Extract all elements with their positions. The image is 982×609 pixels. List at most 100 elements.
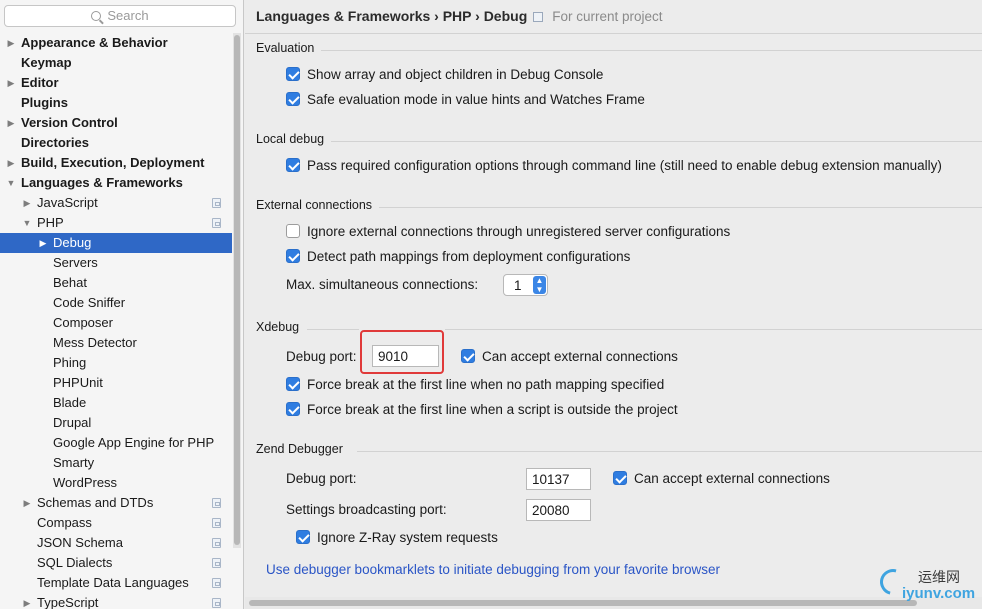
- safe-mode-label: Safe evaluation mode in value hints and …: [307, 92, 645, 107]
- pass-options-label: Pass required configuration options thro…: [307, 158, 942, 173]
- sidebar-item-label: Mess Detector: [53, 335, 137, 350]
- sidebar-item-smarty[interactable]: Smarty: [0, 453, 232, 473]
- sidebar-item-label: PHP: [37, 215, 64, 230]
- max-connections-spinner[interactable]: 1 ▲ ▼: [503, 274, 548, 296]
- sidebar-item-template-data-languages[interactable]: Template Data Languages: [0, 573, 232, 593]
- broadcast-port-label: Settings broadcasting port:: [286, 502, 447, 517]
- collapsed-arrow-icon[interactable]: ▶: [38, 233, 48, 253]
- checkbox-unchecked-icon[interactable]: [286, 224, 300, 238]
- sidebar-item-schemas-and-dtds[interactable]: ▶ Schemas and DTDs: [0, 493, 232, 513]
- sidebar-item-debug[interactable]: ▶ Debug: [0, 233, 232, 253]
- sidebar-item-mess-detector[interactable]: Mess Detector: [0, 333, 232, 353]
- checkbox-checked-icon[interactable]: [286, 249, 300, 263]
- spinner-arrows-icon[interactable]: ▲ ▼: [533, 276, 546, 294]
- horizontal-scrollbar[interactable]: [245, 597, 982, 609]
- collapsed-arrow-icon[interactable]: ▶: [6, 33, 16, 53]
- sidebar-item-label: Smarty: [53, 455, 95, 470]
- force-break-no-mapping-checkbox[interactable]: Force break at the first line when no pa…: [286, 375, 664, 395]
- sidebar-item-label: Code Sniffer: [53, 295, 126, 310]
- sidebar-item-label: Build, Execution, Deployment: [21, 155, 205, 170]
- sidebar-item-label: JavaScript: [37, 195, 98, 210]
- sidebar-item-google-app-engine-for-php[interactable]: Google App Engine for PHP: [0, 433, 232, 453]
- safe-mode-checkbox[interactable]: Safe evaluation mode in value hints and …: [286, 90, 645, 110]
- checkbox-checked-icon[interactable]: [296, 530, 310, 544]
- broadcast-port-input[interactable]: [526, 499, 591, 521]
- project-scope-icon: [212, 558, 221, 568]
- collapsed-arrow-icon[interactable]: ▶: [6, 153, 16, 173]
- sidebar-item-sql-dialects[interactable]: SQL Dialects: [0, 553, 232, 573]
- sidebar-item-label: Phing: [53, 355, 87, 370]
- local-debug-divider: [331, 141, 982, 142]
- collapsed-arrow-icon[interactable]: ▶: [6, 113, 16, 133]
- sidebar-item-plugins[interactable]: Plugins: [0, 93, 232, 113]
- horizontal-scroll-thumb[interactable]: [249, 600, 917, 606]
- sidebar-item-label: Editor: [21, 75, 59, 90]
- project-scope-icon: [212, 578, 221, 588]
- sidebar-item-behat[interactable]: Behat: [0, 273, 232, 293]
- checkbox-checked-icon[interactable]: [286, 158, 300, 172]
- ignore-unregistered-checkbox[interactable]: Ignore external connections through unre…: [286, 222, 730, 242]
- sidebar-item-php[interactable]: ▼ PHP: [0, 213, 232, 233]
- show-array-checkbox[interactable]: Show array and object children in Debug …: [286, 65, 603, 85]
- settings-sidebar: Search ▶ Appearance & Behavior Keymap ▶ Edit…: [0, 0, 244, 609]
- site-watermark: 运维网 iyunv.com: [875, 564, 980, 605]
- sidebar-scroll-thumb[interactable]: [234, 35, 240, 545]
- checkbox-checked-icon[interactable]: [286, 377, 300, 391]
- evaluation-title: Evaluation: [256, 41, 315, 55]
- sidebar-item-label: Appearance & Behavior: [21, 35, 168, 50]
- zend-port-input[interactable]: [526, 468, 591, 490]
- max-connections-value: 1: [514, 278, 522, 293]
- sidebar-item-blade[interactable]: Blade: [0, 393, 232, 413]
- pass-options-checkbox[interactable]: Pass required configuration options thro…: [286, 156, 942, 176]
- collapsed-arrow-icon[interactable]: ▶: [22, 593, 32, 609]
- sidebar-item-code-sniffer[interactable]: Code Sniffer: [0, 293, 232, 313]
- xdebug-port-label: Debug port:: [286, 349, 357, 364]
- ignore-zray-checkbox[interactable]: Ignore Z-Ray system requests: [296, 528, 498, 548]
- sidebar-scrollbar[interactable]: [233, 33, 241, 548]
- sidebar-item-build-execution-deployment[interactable]: ▶ Build, Execution, Deployment: [0, 153, 232, 173]
- external-connections-title: External connections: [256, 198, 373, 212]
- sidebar-item-label: Compass: [37, 515, 92, 530]
- checkbox-checked-icon[interactable]: [286, 92, 300, 106]
- sidebar-item-typescript[interactable]: ▶ TypeScript: [0, 593, 232, 609]
- xdebug-divider-right: [445, 329, 982, 330]
- checkbox-checked-icon[interactable]: [613, 471, 627, 485]
- checkbox-checked-icon[interactable]: [286, 402, 300, 416]
- search-placeholder: Search: [107, 8, 149, 23]
- xdebug-title: Xdebug: [256, 320, 300, 334]
- sidebar-item-appearance-behavior[interactable]: ▶ Appearance & Behavior: [0, 33, 232, 53]
- sidebar-item-wordpress[interactable]: WordPress: [0, 473, 232, 493]
- expanded-arrow-icon[interactable]: ▼: [22, 213, 32, 233]
- sidebar-item-keymap[interactable]: Keymap: [0, 53, 232, 73]
- collapsed-arrow-icon[interactable]: ▶: [22, 493, 32, 513]
- checkbox-checked-icon[interactable]: [461, 349, 475, 363]
- force-break-outside-label: Force break at the first line when a scr…: [307, 402, 678, 417]
- zend-debugger-title: Zend Debugger: [256, 442, 343, 456]
- collapsed-arrow-icon[interactable]: ▶: [6, 73, 16, 93]
- sidebar-item-languages-frameworks[interactable]: ▼ Languages & Frameworks: [0, 173, 232, 193]
- sidebar-item-phpunit[interactable]: PHPUnit: [0, 373, 232, 393]
- bookmarklets-link[interactable]: Use debugger bookmarklets to initiate de…: [266, 562, 720, 577]
- sidebar-item-json-schema[interactable]: JSON Schema: [0, 533, 232, 553]
- sidebar-item-composer[interactable]: Composer: [0, 313, 232, 333]
- sidebar-item-editor[interactable]: ▶ Editor: [0, 73, 232, 93]
- collapsed-arrow-icon[interactable]: ▶: [22, 193, 32, 213]
- watermark-url-text: iyunv.com: [902, 585, 976, 602]
- expanded-arrow-icon[interactable]: ▼: [6, 173, 16, 193]
- detect-mappings-checkbox[interactable]: Detect path mappings from deployment con…: [286, 247, 630, 267]
- sidebar-item-label: Debug: [53, 235, 92, 250]
- sidebar-item-javascript[interactable]: ▶ JavaScript: [0, 193, 232, 213]
- sidebar-item-version-control[interactable]: ▶ Version Control: [0, 113, 232, 133]
- sidebar-item-drupal[interactable]: Drupal: [0, 413, 232, 433]
- sidebar-item-phing[interactable]: Phing: [0, 353, 232, 373]
- zend-accept-external-checkbox[interactable]: Can accept external connections: [613, 469, 830, 489]
- xdebug-divider: [307, 329, 359, 330]
- xdebug-accept-external-checkbox[interactable]: Can accept external connections: [461, 347, 678, 367]
- search-input[interactable]: Search: [4, 5, 236, 27]
- zend-port-label: Debug port:: [286, 471, 357, 486]
- checkbox-checked-icon[interactable]: [286, 67, 300, 81]
- force-break-outside-checkbox[interactable]: Force break at the first line when a scr…: [286, 400, 678, 420]
- sidebar-item-directories[interactable]: Directories: [0, 133, 232, 153]
- sidebar-item-compass[interactable]: Compass: [0, 513, 232, 533]
- sidebar-item-servers[interactable]: Servers: [0, 253, 232, 273]
